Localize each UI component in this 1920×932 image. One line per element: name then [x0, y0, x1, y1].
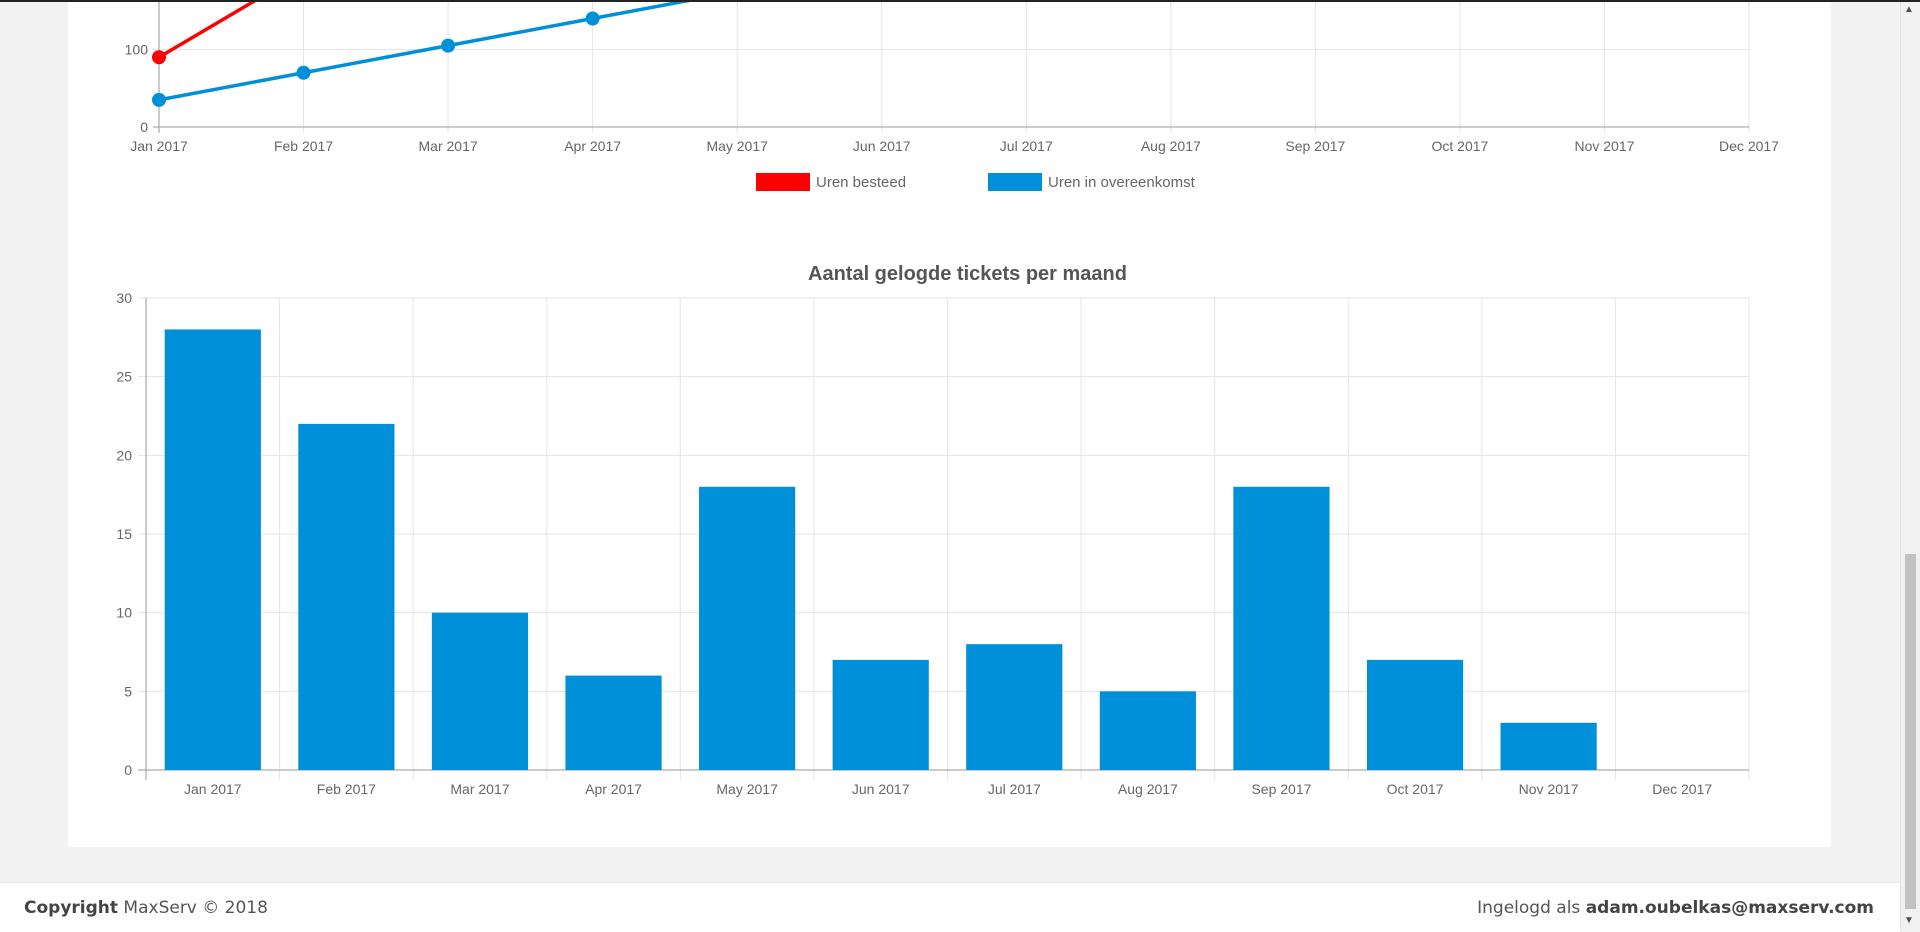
line-data-point	[152, 50, 166, 65]
bar-chart-title: Aantal gelogde tickets per maand	[808, 263, 1127, 285]
bar-chart-x-tick-label: Mar 2017	[450, 781, 509, 797]
line-chart-x-tick-label: Nov 2017	[1574, 138, 1634, 154]
line-chart-x-tick-label: Dec 2017	[1719, 138, 1779, 154]
line-data-point	[296, 65, 311, 80]
line-chart-y-tick-label: 0	[140, 119, 148, 135]
charts-canvas: 0100Jan 2017 Feb 2017 Mar 2017 Apr 2017 May …	[116, 2, 1779, 797]
legend-label: Uren besteed	[816, 174, 906, 191]
line-data-point	[441, 38, 456, 53]
bar-chart-y-tick-label: 5	[124, 683, 132, 699]
login-user[interactable]: adam.oubelkas@maxserv.com	[1586, 898, 1874, 918]
line-series-uren-besteed	[152, 2, 257, 65]
line-chart-x-tick-label: Jun 2017	[853, 138, 911, 154]
bar-chart-x-tick-label: Jan 2017	[184, 781, 242, 797]
login-info: Ingelogd als adam.oubelkas@maxserv.com	[1477, 898, 1874, 918]
legend-swatch	[988, 173, 1042, 191]
line-chart-y-tick-label: 100	[125, 42, 149, 58]
bar-chart-y-tick-label: 30	[116, 290, 132, 306]
line-chart-x-tick-label: Sep 2017	[1285, 138, 1345, 154]
line-chart-grid	[153, 2, 1750, 133]
line-chart-x-tick-label: Jul 2017	[1000, 138, 1053, 154]
bar-chart-x-tick-label: Jun 2017	[852, 781, 910, 797]
login-prefix: Ingelogd als	[1477, 898, 1586, 918]
bar	[1500, 722, 1597, 770]
charts-panel: 0 100 Jan 2017 Feb 2017 Mar 2017 Apr 2017 May …	[68, 2, 1831, 847]
bar-chart-x-tick-label: Jul 2017	[988, 781, 1041, 797]
bar-chart-x-tick-label: Sep 2017	[1251, 781, 1311, 797]
line-chart-x-tick-label: Feb 2017	[274, 138, 333, 154]
scroll-down-arrow-icon[interactable]: ▼	[1904, 915, 1914, 927]
bar	[966, 644, 1063, 770]
bar-chart-y-tick-label: 15	[116, 526, 132, 542]
bar-chart-x-tick-label: May 2017	[716, 781, 778, 797]
bar-chart-x-tick-label: Nov 2017	[1519, 781, 1579, 797]
line-chart-x-tick-label: Jan 2017	[130, 138, 188, 154]
bar	[1099, 691, 1196, 770]
line-chart-legend: Uren besteed Uren in overeenkomst	[756, 173, 1196, 191]
bar	[699, 486, 796, 770]
bar	[164, 329, 261, 770]
copyright-text: Copyright MaxServ © 2018	[24, 898, 268, 918]
bar-chart-y-tick-label: 20	[116, 447, 132, 463]
scroll-thumb[interactable]	[1905, 554, 1916, 909]
bar	[832, 659, 929, 770]
line-chart-x-tick-label: May 2017	[706, 138, 768, 154]
page-scrollbar[interactable]: ▲ ▼	[1900, 2, 1920, 931]
bar-chart-y-tick-label: 10	[116, 605, 132, 621]
line-data-point	[585, 11, 600, 26]
bar-chart-x-tick-label: Dec 2017	[1652, 781, 1712, 797]
bar	[565, 675, 662, 770]
line-chart-x-tick-label: Oct 2017	[1431, 138, 1488, 154]
legend-swatch	[756, 173, 810, 191]
page-footer: Copyright MaxServ © 2018 Ingelogd als ad…	[0, 882, 1900, 932]
scroll-up-arrow-icon[interactable]: ▲	[1904, 4, 1914, 16]
bar	[431, 612, 529, 770]
bar-chart-x-tick-label: Apr 2017	[585, 781, 642, 797]
copyright-rest: MaxServ © 2018	[118, 898, 268, 918]
bar-chart-y-tick-label: 0	[124, 762, 132, 778]
bar	[1366, 659, 1464, 770]
bar-chart-x-tick-label: Aug 2017	[1118, 781, 1178, 797]
bar-chart-x-tick-label: Oct 2017	[1387, 781, 1444, 797]
line-data-point	[152, 92, 166, 107]
bar-chart-x-tick-label: Feb 2017	[317, 781, 376, 797]
bar-chart-y-tick-label: 25	[116, 369, 132, 385]
line-chart-x-tick-label: Mar 2017	[419, 138, 478, 154]
bar	[1233, 486, 1330, 770]
line-chart-x-tick-label: Aug 2017	[1141, 138, 1201, 154]
bar-chart-bars	[164, 329, 1597, 770]
bar	[298, 423, 395, 770]
copyright-bold: Copyright	[24, 898, 119, 918]
line-chart-x-tick-label: Apr 2017	[564, 138, 621, 154]
line-series-path	[158, 2, 257, 59]
legend-label: Uren in overeenkomst	[1048, 174, 1196, 191]
